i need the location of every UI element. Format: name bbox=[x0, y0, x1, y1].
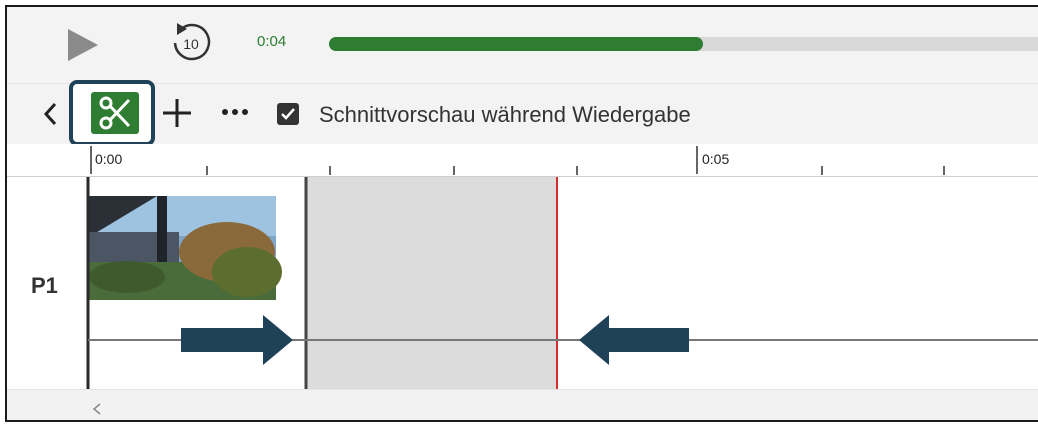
collapse-button[interactable] bbox=[41, 100, 61, 128]
chevron-left-icon bbox=[43, 102, 57, 126]
timeline-ruler[interactable]: 0:00 0:05 bbox=[7, 144, 1038, 177]
transport-bar: 10 0:04 bbox=[7, 7, 1038, 83]
checkbox-checked-icon bbox=[281, 108, 295, 120]
more-icon bbox=[222, 109, 248, 115]
clip-thumbnail[interactable] bbox=[89, 196, 282, 300]
play-button[interactable] bbox=[62, 25, 102, 65]
video-editor-window: 10 0:04 Schnittvorschau während Wiederga… bbox=[5, 5, 1038, 422]
more-options-button[interactable] bbox=[219, 102, 251, 122]
replay-10-icon: 10 bbox=[173, 23, 211, 61]
progress-fill bbox=[329, 37, 703, 51]
arrow-left-icon bbox=[579, 315, 689, 365]
replay-seconds-label: 10 bbox=[183, 36, 199, 52]
scroll-left-button[interactable] bbox=[91, 402, 103, 416]
scissors-icon bbox=[99, 96, 131, 130]
ruler-ticks bbox=[90, 146, 945, 175]
cut-button[interactable] bbox=[91, 92, 139, 134]
cut-preview-checkbox[interactable] bbox=[277, 103, 299, 125]
chevron-left-icon bbox=[92, 403, 101, 415]
ruler-label-5s: 0:05 bbox=[702, 151, 730, 167]
play-icon bbox=[68, 29, 98, 61]
progress-bar[interactable] bbox=[329, 37, 1038, 51]
track-area[interactable]: P1 bbox=[7, 177, 1038, 389]
current-time: 0:04 bbox=[257, 33, 287, 50]
ruler-label-start: 0:00 bbox=[95, 151, 123, 167]
plus-icon bbox=[163, 99, 191, 127]
horizontal-scrollbar[interactable] bbox=[7, 389, 1038, 420]
timeline-toolbar: Schnittvorschau während Wiedergabe bbox=[7, 80, 1038, 146]
track-overlay bbox=[86, 177, 1038, 389]
arrow-right-icon bbox=[181, 315, 293, 365]
add-button[interactable] bbox=[160, 96, 194, 130]
cut-tool-highlight[interactable] bbox=[69, 80, 155, 146]
cut-preview-label: Schnittvorschau während Wiedergabe bbox=[319, 102, 691, 127]
replay-10-button[interactable]: 10 bbox=[167, 19, 215, 67]
